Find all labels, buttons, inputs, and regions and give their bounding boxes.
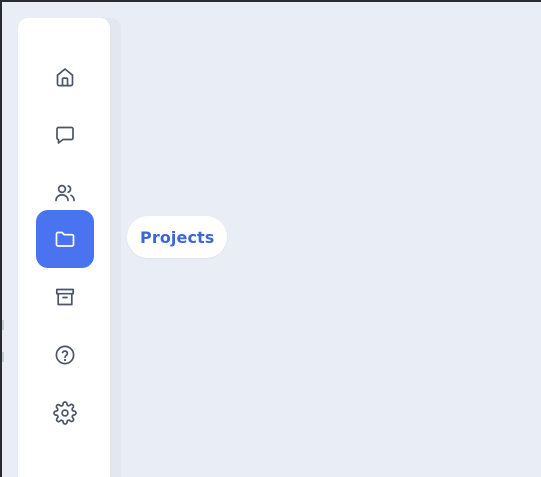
message-icon	[56, 126, 74, 144]
edge-marker	[2, 320, 4, 330]
app-window: Projects	[0, 0, 541, 477]
help-circle-icon	[55, 345, 75, 365]
sidebar-item-help[interactable]	[36, 326, 94, 384]
sidebar-item-archive[interactable]	[36, 268, 94, 326]
projects-tooltip: Projects	[127, 216, 228, 258]
folder-icon	[55, 231, 75, 247]
sidebar-item-projects[interactable]	[36, 210, 94, 268]
users-icon	[55, 184, 75, 202]
home-icon	[56, 68, 74, 87]
sidebar-item-messages[interactable]	[36, 106, 94, 164]
edge-marker	[2, 352, 4, 362]
gear-icon	[53, 401, 77, 425]
archive-icon	[55, 288, 75, 306]
sidebar-item-home[interactable]	[36, 48, 94, 106]
sidebar	[18, 18, 110, 477]
sidebar-item-settings[interactable]	[36, 384, 94, 442]
